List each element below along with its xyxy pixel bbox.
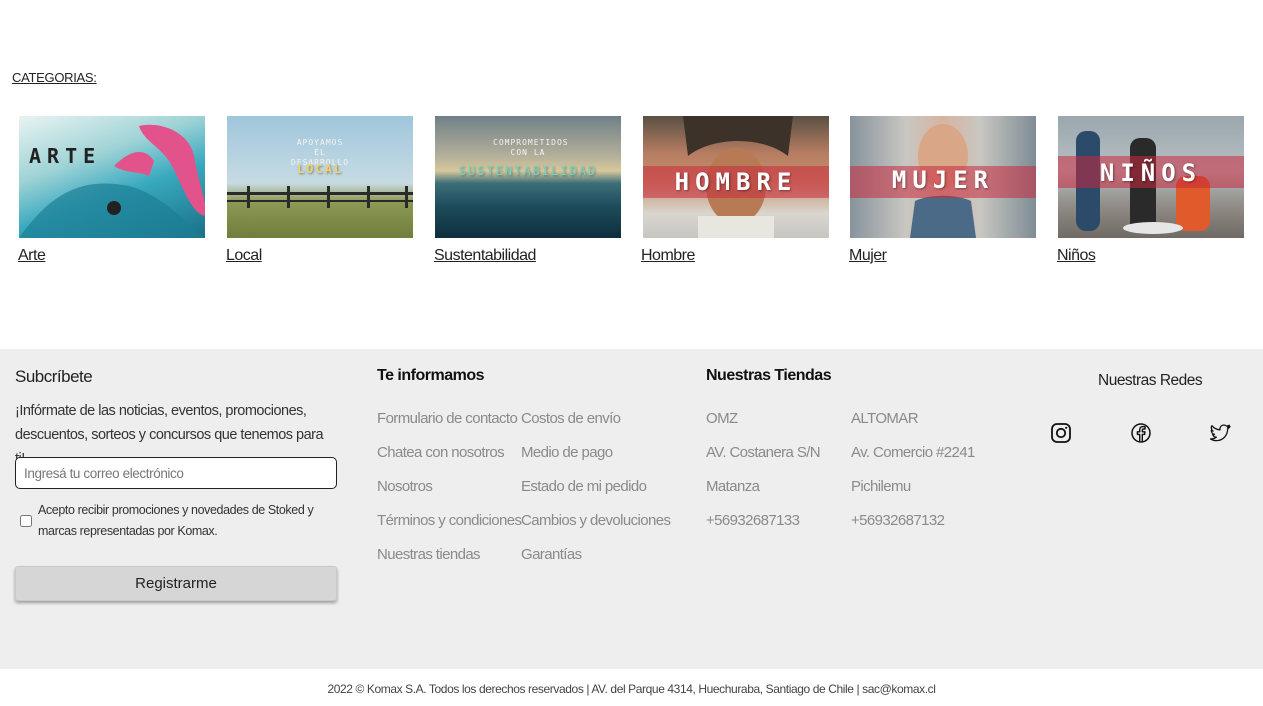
store2-address: Av. Comercio #2241 <box>851 444 975 461</box>
copyright-text: 2022 © Komax S.A. Todos los derechos res… <box>327 682 936 696</box>
facebook-icon[interactable] <box>1130 422 1152 444</box>
twitter-icon[interactable] <box>1209 422 1232 444</box>
categories-title: CATEGORIAS: <box>12 70 97 85</box>
link-stores[interactable]: Nuestras tiendas <box>377 546 481 563</box>
link-warranty[interactable]: Garantías <box>521 546 582 563</box>
link-about[interactable]: Nosotros <box>377 478 433 495</box>
category-local[interactable]: APOYAMOS EL DESARROLLO LOCAL Local <box>226 116 413 264</box>
category-arte[interactable]: ARTE Arte <box>18 116 205 264</box>
category-overlay-sustentabilidad: SUSTENTABILIDAD <box>458 164 598 178</box>
store2-phone: +56932687132 <box>851 512 945 529</box>
link-contact-form[interactable]: Formulario de contacto <box>377 410 518 427</box>
category-overlay-arte: ARTE <box>29 144 102 168</box>
store2-city: Pichilemu <box>851 478 911 495</box>
category-overlay-ninos: NIÑOS <box>1099 159 1203 187</box>
info-title: Te informamos <box>377 367 485 384</box>
store1-name: OMZ <box>706 410 738 427</box>
category-image-local[interactable]: APOYAMOS EL DESARROLLO LOCAL <box>227 116 413 238</box>
link-chat[interactable]: Chatea con nosotros <box>377 444 505 461</box>
social-title: Nuestras Redes <box>1098 372 1203 389</box>
category-label-hombre[interactable]: Hombre <box>641 247 695 265</box>
stores-title: Nuestras Tiendas <box>706 367 832 384</box>
link-shipping-costs[interactable]: Costos de envío <box>521 410 621 427</box>
link-returns[interactable]: Cambios y devoluciones <box>521 512 671 529</box>
footer: Subcríbete ¡Infórmate de las noticias, e… <box>0 349 1263 669</box>
consent-checkbox[interactable] <box>20 515 32 527</box>
category-image-arte[interactable]: ARTE <box>19 116 205 238</box>
category-ninos[interactable]: NIÑOS Niños <box>1057 116 1244 264</box>
category-image-hombre[interactable]: HOMBRE <box>643 116 829 238</box>
category-label-arte[interactable]: Arte <box>18 247 46 265</box>
link-order-status[interactable]: Estado de mi pedido <box>521 478 647 495</box>
instagram-icon[interactable] <box>1050 422 1072 444</box>
category-image-mujer[interactable]: MUJER <box>850 116 1036 238</box>
category-label-mujer[interactable]: Mujer <box>849 247 887 265</box>
subscribe-title: Subcríbete <box>15 367 93 386</box>
category-small-sustentabilidad: COMPROMETIDOS CON LA <box>493 138 569 157</box>
consent-label: Acepto recibir promociones y novedades d… <box>38 503 314 538</box>
category-hombre[interactable]: HOMBRE Hombre <box>641 116 829 264</box>
category-mujer[interactable]: MUJER Mujer <box>849 116 1036 264</box>
store1-city: Matanza <box>706 478 760 495</box>
email-field[interactable] <box>15 457 337 489</box>
store1-address: AV. Costanera S/N <box>706 444 821 461</box>
store2-name: ALTOMAR <box>851 410 919 427</box>
category-label-ninos[interactable]: Niños <box>1057 247 1096 265</box>
category-image-sustentabilidad[interactable]: COMPROMETIDOS CON LA SUSTENTABILIDAD <box>435 116 621 238</box>
category-label-sustentabilidad[interactable]: Sustentabilidad <box>434 247 536 265</box>
category-label-local[interactable]: Local <box>226 247 262 265</box>
category-overlay-local: LOCAL <box>296 162 344 176</box>
link-terms[interactable]: Términos y condiciones <box>377 512 522 529</box>
category-overlay-hombre: HOMBRE <box>674 168 798 196</box>
link-payment[interactable]: Medio de pago <box>521 444 613 461</box>
category-overlay-mujer: MUJER <box>891 166 995 194</box>
store1-phone: +56932687133 <box>706 512 800 529</box>
category-image-ninos[interactable]: NIÑOS <box>1058 116 1244 238</box>
register-button[interactable]: Registrarme <box>15 566 337 601</box>
category-sustentabilidad[interactable]: COMPROMETIDOS CON LA SUSTENTABILIDAD Sus… <box>434 116 621 264</box>
